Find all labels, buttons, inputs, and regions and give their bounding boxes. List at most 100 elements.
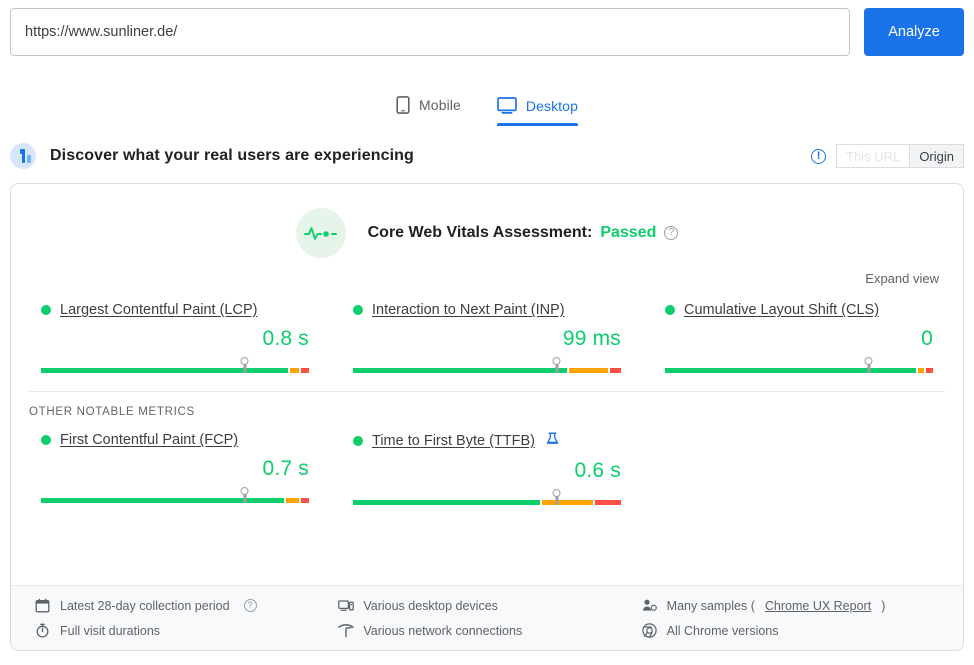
metric-lcp-bar: [41, 361, 309, 373]
bar-segment-poor: [926, 368, 933, 373]
metric-lcp: Largest Contentful Paint (LCP) 0.8 s: [29, 302, 321, 373]
bar-segment-good: [41, 368, 288, 373]
value-marker: [867, 361, 871, 373]
assessment-text: Core Web Vitals Assessment: Passed ?: [368, 224, 679, 242]
metric-cls-bar: [665, 361, 933, 373]
bar-segment-good: [41, 498, 284, 503]
metric-fcp: First Contentful Paint (FCP) 0.7 s: [29, 432, 321, 505]
footer-label: Latest 28-day collection period: [60, 598, 230, 613]
discover-header: Discover what your real users are experi…: [0, 126, 974, 174]
scope-toggle: This URL Origin: [836, 144, 964, 168]
desktop-icon: [497, 97, 517, 114]
footer-item-samples: Many samples ( Chrome UX Report): [642, 598, 945, 613]
metric-inp: Interaction to Next Paint (INP) 99 ms: [341, 302, 633, 373]
info-icon[interactable]: !: [811, 148, 827, 164]
bar-segment-good: [353, 368, 567, 373]
chrome-ux-report-link[interactable]: Chrome UX Report: [765, 599, 871, 613]
metric-cls-label[interactable]: Cumulative Layout Shift (CLS): [684, 302, 879, 318]
metric-inp-head: Interaction to Next Paint (INP): [353, 302, 621, 318]
mobile-icon: [396, 96, 410, 114]
value-marker: [243, 361, 247, 373]
distribution-bar: [353, 368, 621, 373]
page-title: Discover what your real users are experi…: [50, 147, 414, 164]
metric-inp-bar: [353, 361, 621, 373]
metric-inp-label[interactable]: Interaction to Next Paint (INP): [372, 302, 565, 318]
bar-segment-poor: [594, 500, 621, 505]
metric-fcp-value: 0.7 s: [262, 457, 309, 480]
bar-segment-needs-improvement: [285, 498, 300, 503]
bar-segment-poor: [301, 498, 309, 503]
assessment-result: Passed: [600, 224, 657, 241]
tab-desktop-label: Desktop: [525, 97, 578, 114]
footer-item-devices: Various desktop devices: [338, 598, 641, 613]
collection-info-footer: Latest 28-day collection period ? Variou…: [11, 585, 963, 650]
metric-cls-value: 0: [921, 327, 933, 350]
metric-ttfb-head: Time to First Byte (TTFB): [353, 432, 621, 450]
url-input[interactable]: [10, 8, 850, 56]
value-marker: [555, 361, 559, 373]
device-tabs: Mobile Desktop: [0, 78, 974, 126]
pulse-icon: [295, 208, 346, 258]
status-dot: [353, 305, 363, 315]
scope-controls: ! This URL Origin: [811, 144, 964, 168]
distribution-bar: [665, 368, 933, 373]
distribution-bar: [41, 368, 309, 373]
status-dot: [353, 436, 363, 446]
metric-cls-head: Cumulative Layout Shift (CLS): [665, 302, 933, 318]
metric-ttfb-label[interactable]: Time to First Byte (TTFB): [372, 433, 535, 449]
crux-chart-icon: [10, 143, 36, 169]
status-dot: [41, 305, 51, 315]
expand-view-button[interactable]: Expand view: [865, 271, 939, 286]
network-icon: [338, 623, 355, 638]
samples-icon: [642, 598, 657, 613]
bar-segment-poor: [301, 368, 309, 373]
value-marker: [555, 493, 559, 505]
scope-origin-button[interactable]: Origin: [910, 144, 964, 168]
footer-label: Various network connections: [363, 623, 523, 638]
distribution-bar: [353, 500, 621, 505]
footer-label: Various desktop devices: [363, 598, 498, 613]
metric-fcp-label[interactable]: First Contentful Paint (FCP): [60, 432, 238, 448]
footer-item-visit-durations: Full visit durations: [35, 623, 338, 638]
metric-ttfb-bar: [353, 493, 621, 505]
tab-mobile-label: Mobile: [419, 97, 461, 113]
scope-this-url-button: This URL: [836, 144, 911, 168]
distribution-bar: [41, 498, 309, 503]
footer-help-icon[interactable]: ?: [243, 599, 257, 612]
assessment-help-icon[interactable]: ?: [664, 226, 679, 240]
bar-segment-needs-improvement: [289, 368, 300, 373]
other-metrics-grid: First Contentful Paint (FCP) 0.7 s Time …: [11, 418, 963, 505]
metric-ttfb: Time to First Byte (TTFB) 0.6 s: [341, 432, 633, 505]
analyze-button[interactable]: Analyze: [864, 8, 964, 56]
url-search-row: Analyze: [0, 0, 974, 56]
status-dot: [41, 435, 51, 445]
metric-inp-value: 99 ms: [562, 327, 621, 350]
metric-lcp-value: 0.8 s: [262, 327, 309, 350]
footer-label: Many samples (: [666, 598, 755, 613]
crux-field-data-card: Core Web Vitals Assessment: Passed ? Exp…: [10, 183, 964, 651]
footer-item-chrome-versions: All Chrome versions: [641, 623, 945, 638]
other-metrics-heading: OTHER NOTABLE METRICS: [29, 406, 195, 418]
footer-item-network: Various network connections: [338, 623, 641, 638]
bar-segment-good: [353, 500, 541, 505]
metric-lcp-label[interactable]: Largest Contentful Paint (LCP): [60, 302, 257, 318]
footer-item-collection-period: Latest 28-day collection period ?: [35, 598, 338, 613]
core-web-vitals-grid: Largest Contentful Paint (LCP) 0.8 s Int…: [11, 288, 963, 373]
bar-segment-needs-improvement: [568, 368, 609, 373]
footer-label: Full visit durations: [60, 623, 161, 638]
metric-fcp-head: First Contentful Paint (FCP): [41, 432, 309, 448]
footer-label-end: ): [881, 598, 886, 613]
bar-segment-needs-improvement: [542, 500, 593, 505]
assessment-label: Core Web Vitals Assessment:: [367, 224, 593, 241]
flask-icon[interactable]: [546, 432, 559, 450]
tab-mobile[interactable]: Mobile: [396, 96, 461, 126]
stopwatch-icon: [35, 623, 50, 638]
status-dot: [665, 305, 675, 315]
chrome-icon: [641, 623, 657, 638]
bar-segment-good: [665, 368, 916, 373]
footer-label: All Chrome versions: [666, 623, 779, 638]
metric-cls: Cumulative Layout Shift (CLS) 0: [653, 302, 945, 373]
assessment-row: Core Web Vitals Assessment: Passed ?: [11, 184, 963, 258]
tab-desktop[interactable]: Desktop: [496, 97, 579, 126]
calendar-icon: [35, 598, 50, 613]
